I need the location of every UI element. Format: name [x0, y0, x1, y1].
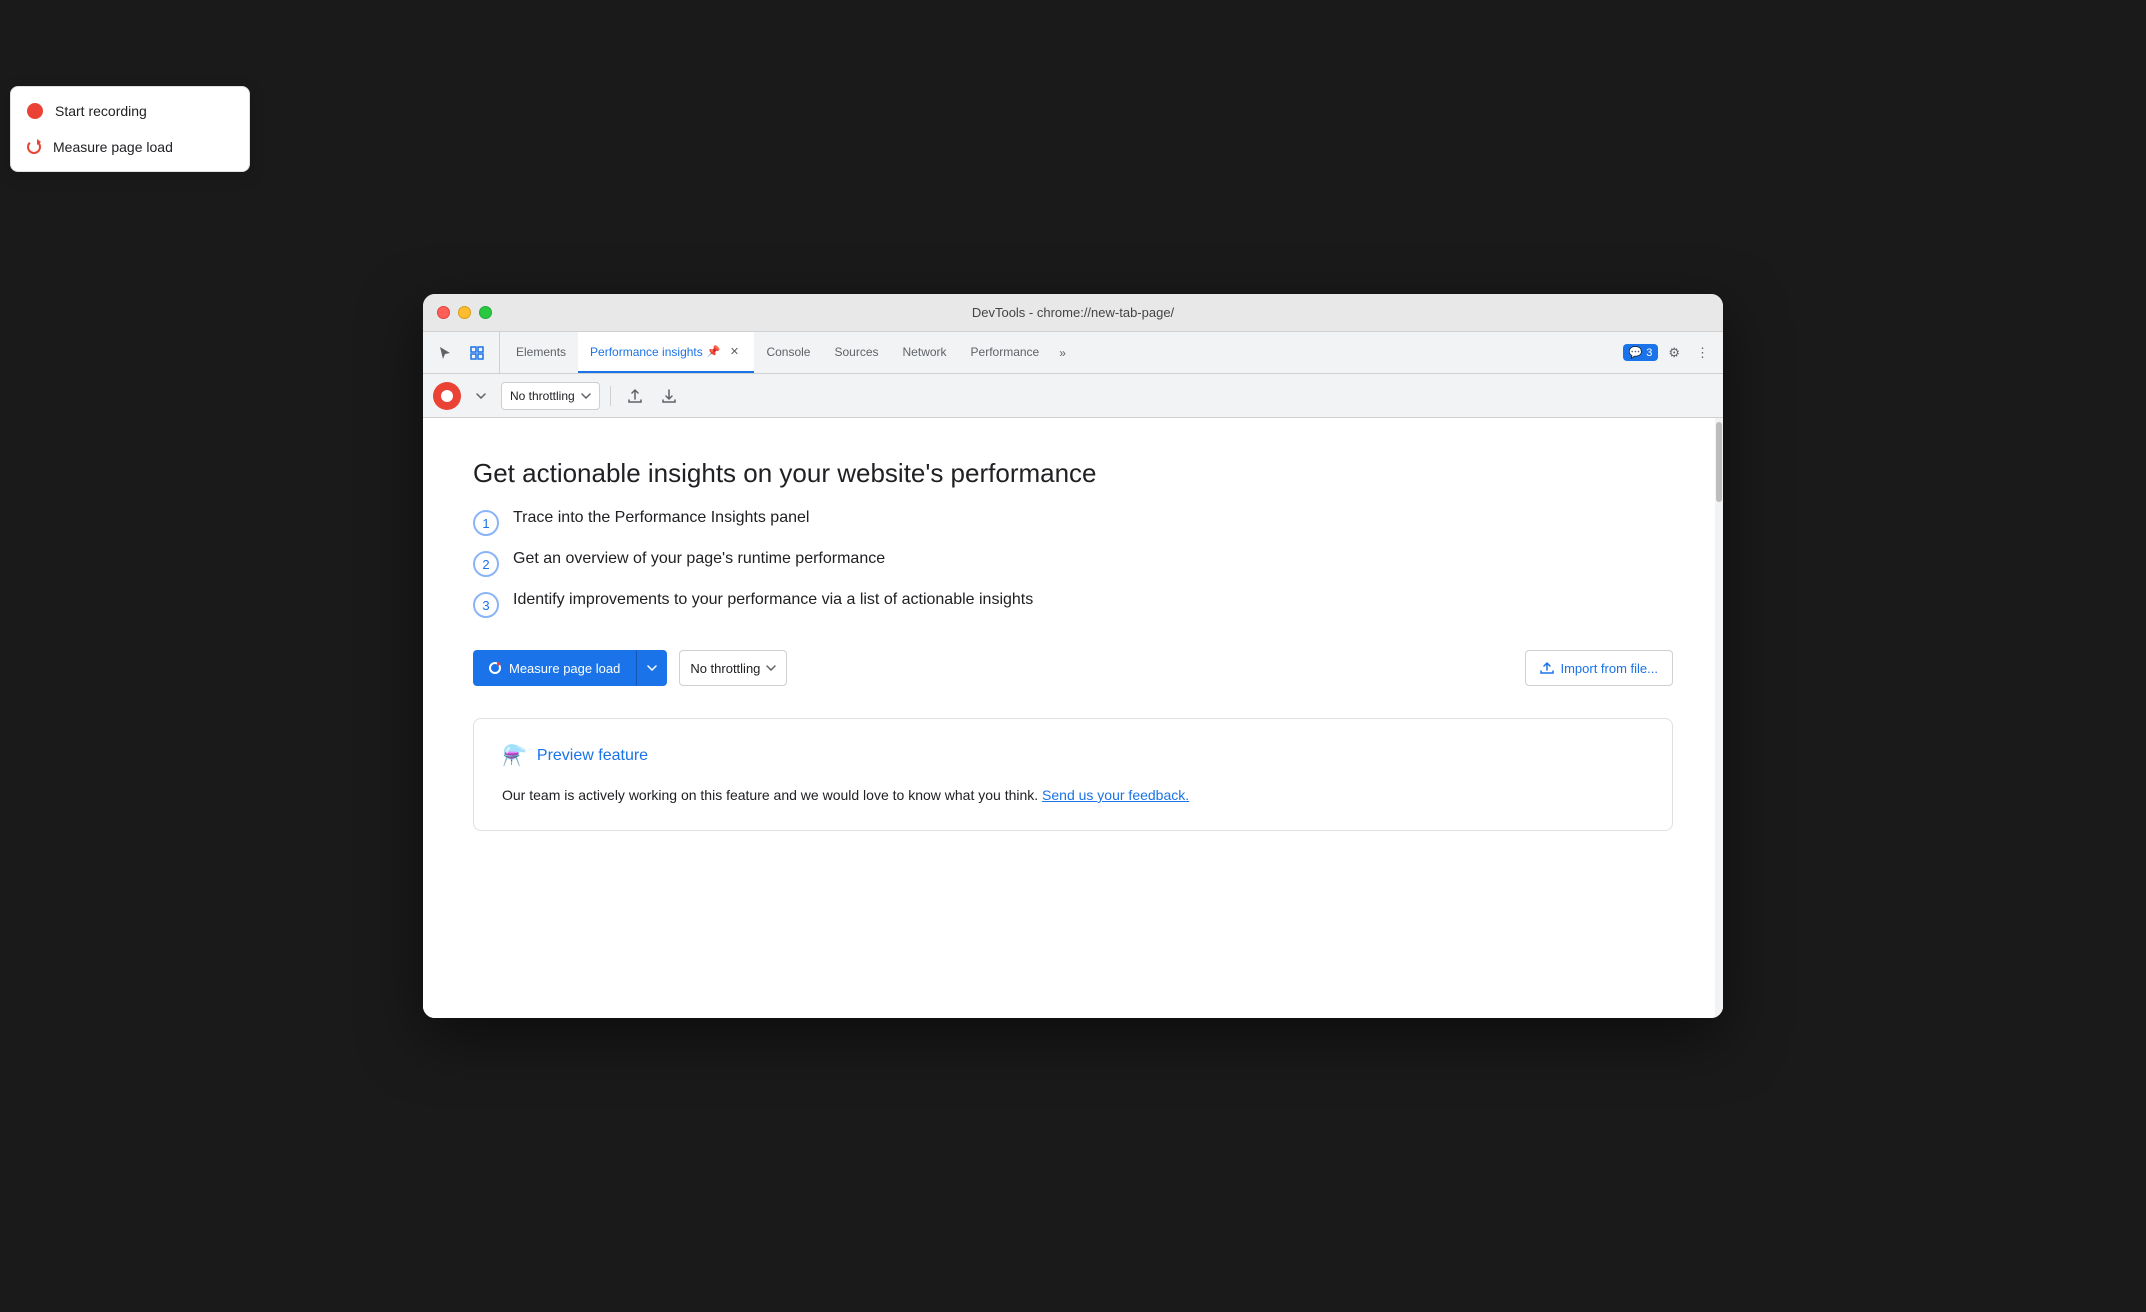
- feedback-badge[interactable]: 💬 3: [1623, 344, 1659, 361]
- devtools-panel: Elements Performance insights 📌 ✕ Consol…: [423, 332, 1723, 1018]
- tab-performance[interactable]: Performance: [959, 332, 1052, 373]
- title-bar: DevTools - chrome://new-tab-page/: [423, 294, 1723, 332]
- toolbar: No throttling: [423, 374, 1723, 418]
- record-dot-icon: [441, 390, 453, 402]
- scrollbar-thumb[interactable]: [1716, 422, 1722, 502]
- step-item-1: 1 Trace into the Performance Insights pa…: [473, 509, 1673, 536]
- devtools-window: DevTools - chrome://new-tab-page/: [423, 294, 1723, 1018]
- main-throttle-dropdown[interactable]: No throttling: [679, 650, 787, 686]
- download-button[interactable]: [655, 382, 683, 410]
- step-item-2: 2 Get an overview of your page's runtime…: [473, 550, 1673, 577]
- more-button[interactable]: ⋮: [1690, 341, 1715, 365]
- step-number-2: 2: [473, 551, 499, 577]
- step-list: 1 Trace into the Performance Insights pa…: [473, 509, 1673, 618]
- pin-icon: 📌: [707, 345, 721, 358]
- preview-card-body: Our team is actively working on this fea…: [502, 784, 1644, 806]
- tab-performance-insights[interactable]: Performance insights 📌 ✕: [578, 332, 754, 373]
- tab-network[interactable]: Network: [891, 332, 959, 373]
- tab-right-actions: 💬 3 ⚙ ⋮: [1623, 332, 1723, 373]
- traffic-lights: [437, 306, 492, 319]
- measure-page-load-button[interactable]: Measure page load: [473, 650, 636, 686]
- measure-btn-group: Measure page load: [473, 650, 667, 686]
- scrollbar[interactable]: [1715, 418, 1723, 1018]
- upload-button[interactable]: [621, 382, 649, 410]
- tab-sources[interactable]: Sources: [822, 332, 890, 373]
- more-icon: ⋮: [1696, 345, 1709, 361]
- preview-card: ⚗️ Preview feature Our team is actively …: [473, 718, 1673, 831]
- measure-reload-icon: [489, 662, 501, 674]
- tabs-container: Elements Performance insights 📌 ✕ Consol…: [504, 332, 1623, 373]
- throttle-dropdown[interactable]: No throttling: [501, 382, 600, 410]
- record-button[interactable]: [433, 382, 461, 410]
- import-from-file-button[interactable]: Import from file...: [1525, 650, 1673, 686]
- tab-close-icon[interactable]: ✕: [726, 344, 742, 360]
- window-title: DevTools - chrome://new-tab-page/: [972, 305, 1174, 320]
- measure-dropdown-arrow[interactable]: [636, 650, 667, 686]
- toolbar-divider: [610, 386, 611, 406]
- chat-icon: 💬: [1629, 346, 1643, 359]
- dropdown-arrow-button[interactable]: [467, 382, 495, 410]
- tab-overflow[interactable]: »: [1051, 332, 1074, 373]
- tab-bar-icons: [431, 332, 500, 373]
- preview-card-title: ⚗️ Preview feature: [502, 743, 1644, 768]
- gear-icon: ⚙: [1668, 345, 1680, 361]
- step-item-3: 3 Identify improvements to your performa…: [473, 591, 1673, 618]
- maximize-button[interactable]: [479, 306, 492, 319]
- tab-console[interactable]: Console: [754, 332, 822, 373]
- cursor-icon[interactable]: [431, 339, 459, 367]
- settings-button[interactable]: ⚙: [1662, 341, 1686, 365]
- feedback-link[interactable]: Send us your feedback.: [1042, 787, 1189, 803]
- heading-row: Get actionable insights on your website'…: [473, 458, 1673, 489]
- main-heading: Get actionable insights on your website'…: [473, 458, 1673, 489]
- tab-bar: Elements Performance insights 📌 ✕ Consol…: [423, 332, 1723, 374]
- step-number-1: 1: [473, 510, 499, 536]
- action-row: Measure page load No throttling: [473, 650, 1673, 686]
- main-content: Get actionable insights on your website'…: [423, 418, 1723, 1018]
- step-number-3: 3: [473, 592, 499, 618]
- close-button[interactable]: [437, 306, 450, 319]
- minimize-button[interactable]: [458, 306, 471, 319]
- tab-elements[interactable]: Elements: [504, 332, 578, 373]
- inspect-icon[interactable]: [463, 339, 491, 367]
- flask-icon: ⚗️: [502, 743, 527, 768]
